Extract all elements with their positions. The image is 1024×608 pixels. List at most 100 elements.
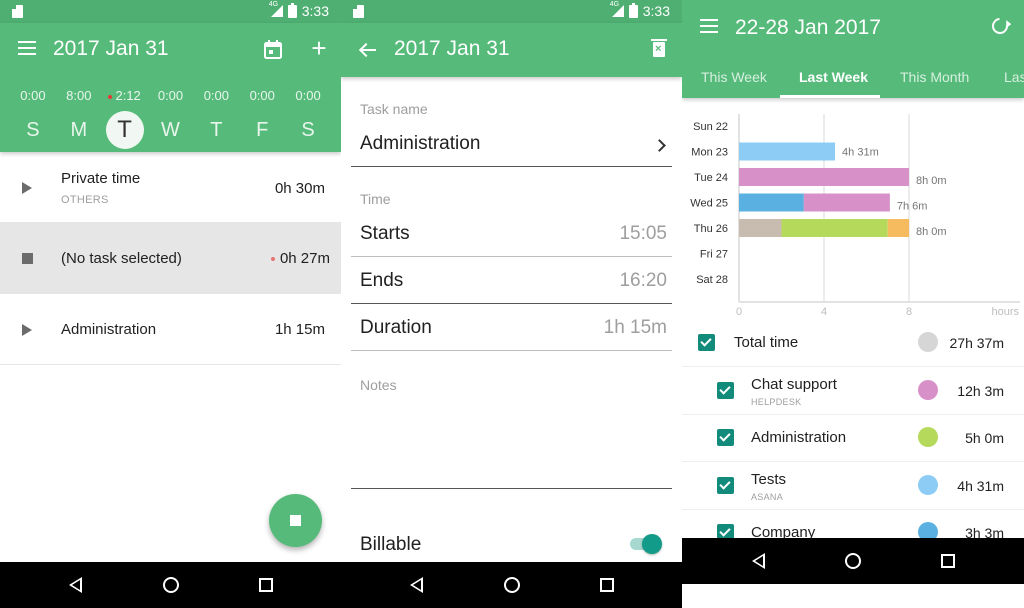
billable-label: Billable — [360, 534, 422, 555]
bar-segment-company — [739, 193, 804, 212]
calendar-icon — [264, 39, 282, 59]
bar-data-label: 8h 0m — [916, 175, 947, 187]
x-tick-label: 0 — [736, 306, 742, 318]
sd-card-icon — [353, 5, 364, 18]
day-5[interactable]: 0:00 F — [239, 87, 285, 149]
x-axis-label: hours — [991, 306, 1019, 318]
screen-day-view: 4G 3:33 2017 Jan 31 + 0:00 S 8:00 M 2:12 T 0:0… — [0, 0, 341, 608]
duration-field[interactable]: Duration 1h 15m — [351, 303, 672, 351]
task-name: Private time — [61, 170, 141, 187]
checkbox[interactable] — [698, 334, 715, 351]
y-category-label: Fri 27 — [700, 249, 728, 261]
ends-field[interactable]: Ends 16:20 — [351, 256, 672, 304]
notes-field[interactable] — [351, 397, 672, 489]
day-6[interactable]: 0:00 S — [285, 87, 331, 149]
chevron-right-icon — [653, 139, 666, 152]
nav-recents-button[interactable] — [559, 578, 654, 592]
back-button[interactable] — [359, 43, 377, 57]
nav-home-button[interactable] — [464, 577, 559, 593]
task-row[interactable]: Administration 1h 15m — [0, 294, 341, 365]
y-category-label: Thu 26 — [694, 223, 728, 235]
day-hours-value: 0:00 — [249, 88, 275, 103]
screen-edit-entry: 4G 3:33 2017 Jan 31 Task name Administra… — [341, 0, 682, 608]
day-hours: 0:00 — [148, 87, 194, 105]
add-button[interactable]: + — [308, 35, 330, 61]
legend-row[interactable]: Chat support HELPDESK 12h 3m — [682, 368, 1024, 415]
stop-icon[interactable] — [22, 253, 33, 264]
nav-recents-button[interactable] — [218, 578, 313, 592]
page-title: 22-28 Jan 2017 — [735, 16, 881, 39]
starts-value: 15:05 — [619, 223, 667, 244]
app-bar: 2017 Jan 31 — [341, 23, 682, 77]
nav-back-button[interactable] — [711, 553, 806, 569]
y-category-label: Tue 24 — [694, 172, 728, 184]
battery-icon — [287, 2, 297, 18]
task-row[interactable]: (No task selected) 0h 27m — [0, 223, 341, 294]
day-hours: 0:00 — [285, 87, 331, 105]
clock: 3:33 — [301, 3, 329, 19]
checkbox[interactable] — [717, 429, 734, 446]
task-name: Administration — [61, 321, 157, 338]
menu-button[interactable] — [700, 19, 718, 33]
home-icon — [162, 577, 179, 593]
bar-segment-other-orange- — [887, 219, 909, 237]
day-hours-value: 0:00 — [20, 88, 46, 103]
home-icon — [503, 577, 520, 593]
refresh-button[interactable] — [988, 14, 1012, 38]
checkbox[interactable] — [717, 476, 734, 494]
task-name-field[interactable]: Administration — [351, 119, 672, 167]
arrow-left-icon — [359, 43, 377, 57]
menu-button[interactable] — [18, 41, 36, 55]
tab-last-month[interactable]: Last Month — [1004, 69, 1024, 85]
day-1[interactable]: 8:00 M — [56, 87, 102, 149]
system-nav-bar — [341, 562, 682, 608]
home-icon — [845, 553, 861, 569]
signal-icon: 4G — [269, 1, 283, 17]
notes-label: Notes — [360, 377, 397, 393]
play-icon[interactable] — [22, 182, 32, 194]
play-icon[interactable] — [22, 324, 32, 336]
recents-icon — [258, 578, 273, 592]
nav-home-button[interactable] — [806, 553, 901, 569]
menu-icon — [700, 19, 718, 33]
nav-home-button[interactable] — [123, 577, 218, 593]
day-hours: 8:00 — [56, 87, 102, 105]
bar-segment-chat-support — [803, 193, 890, 212]
legend-row[interactable]: Administration 5h 0m — [682, 415, 1024, 462]
legend-row[interactable]: Total time 27h 37m — [682, 320, 1024, 367]
delete-icon — [651, 39, 667, 57]
delete-button[interactable] — [651, 39, 667, 57]
task-name-label: Task name — [360, 101, 428, 117]
checkbox[interactable] — [717, 381, 734, 399]
nav-recents-button[interactable] — [901, 554, 996, 568]
day-0[interactable]: 0:00 S — [10, 87, 56, 149]
tab-this-month[interactable]: This Month — [900, 69, 969, 85]
legend-time: 4h 31m — [957, 477, 1004, 494]
period-tabs: This Week Last Week This Month Last Month — [682, 62, 1024, 98]
recording-dot-icon — [108, 94, 113, 99]
legend-row[interactable]: Tests ASANA 4h 31m — [682, 463, 1024, 510]
task-row[interactable]: Private time OTHERS 0h 30m — [0, 152, 341, 223]
nav-back-button[interactable] — [28, 577, 123, 593]
billable-toggle[interactable] — [630, 533, 662, 554]
legend-name: Tests — [751, 470, 787, 488]
day-hours: 0:00 — [193, 87, 239, 105]
starts-field[interactable]: Starts 15:05 — [351, 209, 672, 257]
bar-data-label: 8h 0m — [916, 226, 947, 238]
network-type: 4G — [268, 1, 279, 8]
day-2[interactable]: 2:12 T — [102, 87, 148, 149]
day-3[interactable]: 0:00 W — [148, 87, 194, 149]
day-4[interactable]: 0:00 T — [193, 87, 239, 149]
menu-icon — [18, 41, 36, 55]
legend-project: HELPDESK — [751, 396, 802, 407]
stop-timer-button[interactable] — [269, 494, 322, 547]
color-swatch — [918, 474, 938, 495]
weekly-hours-chart: 0 4 8 hours Sun 22 Mon 23 4h 31m Tue 24 8h 0m Wed… — [690, 114, 1020, 318]
ends-label: Ends — [360, 270, 404, 291]
time-section-label: Time — [360, 191, 391, 207]
nav-back-button[interactable] — [369, 577, 464, 593]
calendar-button[interactable] — [263, 39, 283, 59]
page-title: 2017 Jan 31 — [53, 37, 169, 60]
tab-last-week[interactable]: Last Week — [799, 69, 868, 85]
tab-this-week[interactable]: This Week — [701, 69, 767, 85]
